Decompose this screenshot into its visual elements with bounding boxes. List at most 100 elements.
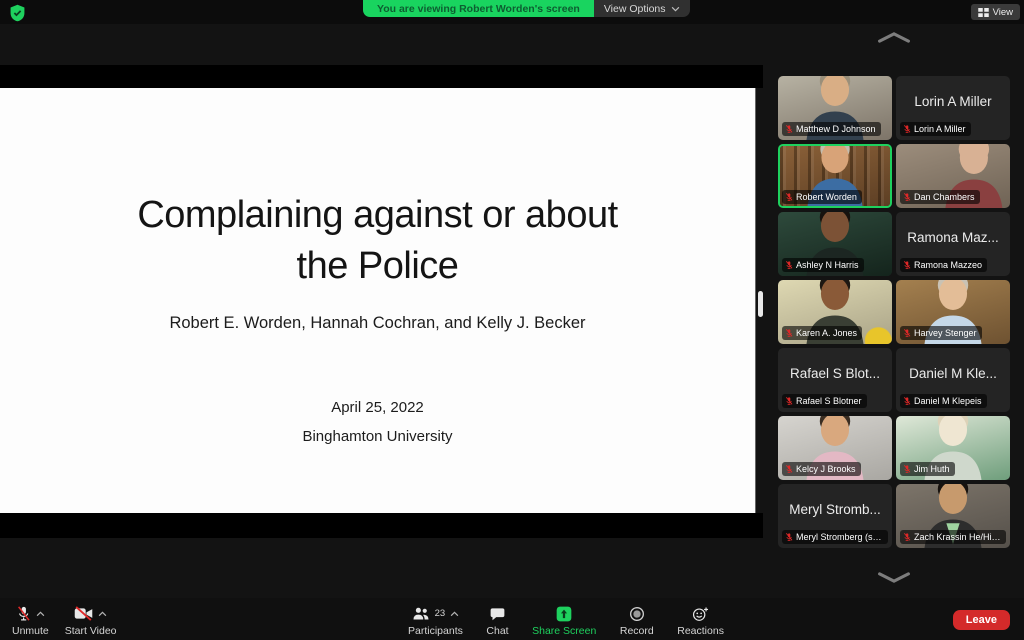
participant-tile-robert-worden[interactable]: Robert Worden	[778, 144, 892, 208]
toolbar-unmute-button[interactable]: Unmute	[12, 605, 49, 637]
toolbar-unmute-label: Unmute	[12, 625, 49, 637]
participant-name-label: Zach Krassin He/Him/...	[900, 530, 1006, 544]
participant-tile-kelcy-j-brooks[interactable]: Kelcy J Brooks	[778, 416, 892, 480]
participant-display-name: Daniel M Kle...	[900, 348, 1006, 398]
participant-tile-zach-krassin[interactable]: Zach Krassin He/Him/...	[896, 484, 1010, 548]
participant-name-text: Rafael S Blotner	[796, 396, 862, 406]
muted-mic-icon	[903, 192, 911, 202]
participant-name-label: Matthew D Johnson	[782, 122, 881, 136]
participant-tile-daniel-m-klepeis[interactable]: Daniel M Kle... Daniel M Klepeis	[896, 348, 1010, 412]
leave-button[interactable]: Leave	[953, 610, 1010, 630]
participant-tile-lorin-a-miller[interactable]: Lorin A Miller Lorin A Miller	[896, 76, 1010, 140]
participant-name-label: Jim Huth	[900, 462, 955, 476]
chevron-down-icon	[671, 6, 680, 12]
participant-name-label: Dan Chambers	[900, 190, 980, 204]
presentation-slide: Complaining against or about the Police …	[0, 88, 756, 513]
video-off-icon	[74, 606, 93, 621]
participant-display-name: Ramona Maz...	[900, 212, 1006, 262]
participant-name-label: Karen A. Jones	[782, 326, 862, 340]
toolbar-reactions-button[interactable]: Reactions	[677, 605, 724, 637]
caret-up-icon[interactable]	[36, 611, 45, 617]
participant-tile-matthew-d-johnson[interactable]: Matthew D Johnson	[778, 76, 892, 140]
caret-up-icon[interactable]	[450, 611, 459, 617]
participant-tile-karen-a-jones[interactable]: Karen A. Jones	[778, 280, 892, 344]
muted-mic-icon	[785, 532, 793, 542]
participant-tile-jim-huth[interactable]: Jim Huth	[896, 416, 1010, 480]
slide-title-line2: the Police	[0, 241, 755, 292]
participants-icon	[412, 606, 430, 621]
participant-name-label: Kelcy J Brooks	[782, 462, 861, 476]
muted-mic-icon	[903, 532, 911, 542]
slide-letterbox-bottom	[0, 513, 763, 538]
participant-tile-ashley-n-harris[interactable]: Ashley N Harris	[778, 212, 892, 276]
participants-count-badge: 23	[435, 608, 446, 619]
security-shield-icon[interactable]	[9, 4, 26, 22]
view-options-button[interactable]: View Options	[594, 0, 690, 17]
mic-off-icon	[16, 605, 31, 622]
slide-title-line1: Complaining against or about	[0, 190, 755, 241]
caret-up-icon[interactable]	[98, 611, 107, 617]
panel-resize-handle[interactable]	[758, 291, 763, 317]
muted-mic-icon	[903, 260, 911, 270]
toolbar-start-video-button[interactable]: Start Video	[65, 605, 117, 637]
toolbar-left-group: Unmute Start Video	[12, 605, 117, 637]
toolbar-chat-button[interactable]: Chat	[486, 605, 508, 637]
participants-gallery: Matthew D Johnson Lorin A Miller Lorin A …	[778, 76, 1010, 548]
participant-tile-harvey-stenger[interactable]: Harvey Stenger	[896, 280, 1010, 344]
muted-mic-icon	[785, 396, 793, 406]
participant-tile-meryl-stromberg[interactable]: Meryl Stromb... Meryl Stromberg (sh...	[778, 484, 892, 548]
gallery-scroll-down-icon[interactable]	[778, 571, 1010, 584]
chat-icon	[490, 607, 505, 621]
toolbar-share-screen-label: Share Screen	[532, 625, 596, 637]
slide-title: Complaining against or about the Police	[0, 190, 755, 292]
toolbar-record-button[interactable]: Record	[620, 605, 654, 637]
participant-name-label: Lorin A Miller	[900, 122, 971, 136]
muted-mic-icon	[785, 192, 793, 202]
participant-name-text: Dan Chambers	[914, 192, 975, 202]
participant-display-name: Meryl Stromb...	[782, 484, 888, 534]
gallery-view-icon	[978, 8, 989, 17]
view-button[interactable]: View	[971, 4, 1020, 20]
toolbar-center-group: 23 Participants Chat Share Screen Record…	[408, 605, 724, 637]
participant-name-text: Matthew D Johnson	[796, 124, 876, 134]
muted-mic-icon	[785, 328, 793, 338]
toolbar-participants-button[interactable]: 23 Participants	[408, 605, 463, 637]
participant-name-label: Ramona Mazzeo	[900, 258, 987, 272]
zoom-meeting-window: You are viewing Robert Worden's screen V…	[0, 0, 1024, 640]
participant-tile-ramona-mazzeo[interactable]: Ramona Maz... Ramona Mazzeo	[896, 212, 1010, 276]
slide-authors: Robert E. Worden, Hannah Cochran, and Ke…	[0, 314, 755, 333]
muted-mic-icon	[785, 260, 793, 270]
participant-name-label: Harvey Stenger	[900, 326, 982, 340]
participant-name-text: Karen A. Jones	[796, 328, 857, 338]
viewing-status-banner: You are viewing Robert Worden's screen	[363, 0, 594, 17]
toolbar-participants-label: Participants	[408, 625, 463, 637]
toolbar-share-screen-button[interactable]: Share Screen	[532, 605, 596, 637]
muted-mic-icon	[785, 464, 793, 474]
muted-mic-icon	[903, 328, 911, 338]
share-screen-icon	[556, 606, 572, 622]
toolbar-record-label: Record	[620, 625, 654, 637]
screen-share-banner: You are viewing Robert Worden's screen V…	[363, 0, 690, 17]
muted-mic-icon	[903, 124, 911, 134]
participant-name-text: Robert Worden	[796, 192, 857, 202]
participant-name-label: Ashley N Harris	[782, 258, 864, 272]
record-icon	[629, 606, 645, 622]
slide-date: April 25, 2022	[0, 399, 755, 416]
participant-display-name: Rafael S Blot...	[782, 348, 888, 398]
participant-display-name: Lorin A Miller	[900, 76, 1006, 126]
toolbar-start-video-label: Start Video	[65, 625, 117, 637]
gallery-scroll-up-icon[interactable]	[778, 31, 1010, 44]
participant-name-text: Jim Huth	[914, 464, 950, 474]
participant-tile-dan-chambers[interactable]: Dan Chambers	[896, 144, 1010, 208]
view-button-label: View	[993, 7, 1013, 18]
participant-tile-rafael-s-blotner[interactable]: Rafael S Blot... Rafael S Blotner	[778, 348, 892, 412]
participant-name-text: Ramona Mazzeo	[914, 260, 982, 270]
participant-name-label: Robert Worden	[782, 190, 862, 204]
participant-name-text: Meryl Stromberg (sh...	[796, 532, 883, 542]
muted-mic-icon	[903, 464, 911, 474]
participant-name-text: Ashley N Harris	[796, 260, 859, 270]
muted-mic-icon	[785, 124, 793, 134]
participant-name-label: Rafael S Blotner	[782, 394, 867, 408]
bottom-toolbar: Unmute Start Video 23 Participants Chat …	[0, 598, 1024, 640]
participant-name-text: Daniel M Klepeis	[914, 396, 982, 406]
